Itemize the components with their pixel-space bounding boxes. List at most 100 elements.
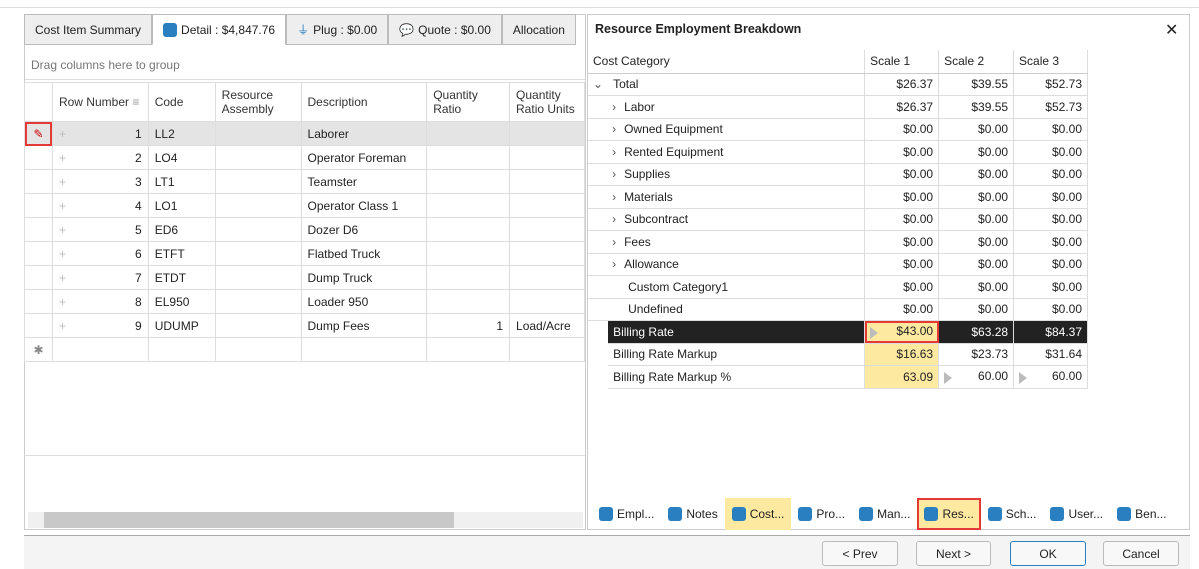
scale-value[interactable]: 63.09 <box>864 365 940 389</box>
quantity-ratio-cell[interactable] <box>426 265 511 290</box>
quantity-ratio-cell[interactable] <box>426 121 511 146</box>
scale-value[interactable]: 60.00 <box>938 365 1015 389</box>
ok-button[interactable]: OK <box>1010 541 1086 566</box>
expand-icon[interactable] <box>588 253 609 276</box>
code-cell[interactable]: UDUMP <box>147 313 216 338</box>
quantity-ratio-cell[interactable]: 1 <box>426 313 511 338</box>
billing-row[interactable]: Billing Rate Markup $16.63 $23.73 $31.64 <box>588 343 1088 366</box>
col-quantity-ratio[interactable]: Quantity Ratio <box>426 82 511 122</box>
expand-icon[interactable] <box>588 185 609 209</box>
description-cell[interactable]: Teamster <box>300 169 428 194</box>
assembly-cell[interactable] <box>214 265 302 290</box>
expand-icon[interactable]: + <box>59 319 66 333</box>
table-row[interactable]: +5 ED6 Dozer D6 <box>24 217 585 242</box>
scale-value[interactable]: $23.73 <box>938 343 1015 366</box>
col-resource-assembly[interactable]: Resource Assembly <box>214 82 302 122</box>
category-row[interactable]: › Owned Equipment $0.00 $0.00 $0.00 <box>588 118 1088 141</box>
expand-icon[interactable] <box>588 208 609 231</box>
code-cell[interactable]: ED6 <box>147 217 216 242</box>
expand-icon[interactable] <box>588 163 609 186</box>
cell[interactable] <box>51 337 149 362</box>
quantity-units-cell[interactable] <box>509 265 585 290</box>
category-row[interactable]: › Subcontract $0.00 $0.00 $0.00 <box>588 208 1088 231</box>
table-row[interactable]: +4 LO1 Operator Class 1 <box>24 193 585 218</box>
expand-icon[interactable]: + <box>59 175 66 189</box>
scale-value[interactable]: $31.64 <box>1013 343 1088 366</box>
cell[interactable] <box>426 337 511 362</box>
scale-value[interactable]: $16.63 <box>864 343 940 366</box>
assembly-cell[interactable] <box>214 193 302 218</box>
tab-allocation[interactable]: Allocation <box>501 14 576 45</box>
expand-icon[interactable]: + <box>59 223 66 237</box>
row-number-cell[interactable]: +5 <box>51 217 149 242</box>
expand-icon[interactable]: › <box>612 100 616 114</box>
cancel-button[interactable]: Cancel <box>1103 541 1179 566</box>
expand-icon[interactable]: › <box>612 212 616 226</box>
cell[interactable] <box>147 337 216 362</box>
description-cell[interactable]: Dump Fees <box>300 313 428 338</box>
group-by-area[interactable]: Drag columns here to group <box>25 52 585 80</box>
expand-icon[interactable] <box>588 230 609 254</box>
expand-icon[interactable]: › <box>612 167 616 181</box>
bottom-tab-user[interactable]: User... <box>1043 498 1110 530</box>
category-row[interactable]: › Rented Equipment $0.00 $0.00 $0.00 <box>588 140 1088 164</box>
expand-icon[interactable]: + <box>59 271 66 285</box>
category-row[interactable]: › Allowance $0.00 $0.00 $0.00 <box>588 253 1088 276</box>
expand-icon[interactable]: › <box>612 122 616 136</box>
quantity-ratio-cell[interactable] <box>426 169 511 194</box>
table-row[interactable]: +6 ETFT Flatbed Truck <box>24 241 585 266</box>
col-scale-3[interactable]: Scale 3 <box>1013 50 1088 74</box>
billing-row[interactable]: Billing Rate Markup % 63.09 60.00 60.00 <box>588 365 1088 389</box>
row-number-cell[interactable]: +9 <box>51 313 149 338</box>
bottom-tab-cost[interactable]: Cost... <box>724 498 792 530</box>
quantity-units-cell[interactable] <box>509 145 585 170</box>
scale-value[interactable]: 60.00 <box>1013 365 1088 389</box>
bottom-tab-manpower[interactable]: Man... <box>852 498 917 530</box>
description-cell[interactable]: Laborer <box>300 121 428 146</box>
assembly-cell[interactable] <box>214 145 302 170</box>
bottom-tab-benefits[interactable]: Ben... <box>1110 498 1173 530</box>
expand-icon[interactable]: + <box>59 151 66 165</box>
description-cell[interactable]: Operator Foreman <box>300 145 428 170</box>
bottom-tab-resource[interactable]: Res... <box>917 498 981 530</box>
scrollbar-thumb[interactable] <box>44 512 454 528</box>
code-cell[interactable]: ETDT <box>147 265 216 290</box>
assembly-cell[interactable] <box>214 169 302 194</box>
description-cell[interactable]: Flatbed Truck <box>300 241 428 266</box>
assembly-cell[interactable] <box>214 289 302 314</box>
close-icon[interactable]: ✕ <box>1165 20 1178 40</box>
expand-icon[interactable] <box>588 140 609 164</box>
quantity-units-cell[interactable] <box>509 121 585 146</box>
tab-detail[interactable]: Detail : $4,847.76 <box>152 14 287 45</box>
code-cell[interactable]: LO4 <box>147 145 216 170</box>
code-cell[interactable]: EL950 <box>147 289 216 314</box>
col-scale-1[interactable]: Scale 1 <box>864 50 940 74</box>
row-number-cell[interactable]: +7 <box>51 265 149 290</box>
quantity-units-cell[interactable] <box>509 241 585 266</box>
quantity-ratio-cell[interactable] <box>426 289 511 314</box>
expand-icon[interactable]: + <box>59 247 66 261</box>
row-number-cell[interactable]: +2 <box>51 145 149 170</box>
assembly-cell[interactable] <box>214 313 302 338</box>
col-description[interactable]: Description <box>300 82 428 122</box>
expand-icon[interactable]: + <box>59 295 66 309</box>
billing-row[interactable]: Billing Rate $43.00 $63.28 $84.37 <box>588 320 1088 344</box>
category-row[interactable]: › Materials $0.00 $0.00 $0.00 <box>588 185 1088 209</box>
expand-icon[interactable]: › <box>612 190 616 204</box>
row-number-cell[interactable]: +4 <box>51 193 149 218</box>
row-number-cell[interactable]: +1 <box>51 121 149 146</box>
assembly-cell[interactable] <box>214 121 302 146</box>
quantity-units-cell[interactable] <box>509 217 585 242</box>
category-row[interactable]: › Supplies $0.00 $0.00 $0.00 <box>588 163 1088 186</box>
expand-icon[interactable]: + <box>59 127 66 141</box>
table-row[interactable]: +9 UDUMP Dump Fees 1 Load/Acre <box>24 313 585 338</box>
table-row[interactable]: +8 EL950 Loader 950 <box>24 289 585 314</box>
category-row[interactable]: › Labor $26.37 $39.55 $52.73 <box>588 95 1088 119</box>
new-row[interactable]: ✱ <box>24 337 585 362</box>
description-cell[interactable]: Operator Class 1 <box>300 193 428 218</box>
category-row[interactable]: Undefined $0.00 $0.00 $0.00 <box>588 298 1088 321</box>
scale-value[interactable]: $43.00 <box>864 320 940 344</box>
description-cell[interactable]: Loader 950 <box>300 289 428 314</box>
col-row-number[interactable]: Row Number ≡ <box>51 82 149 122</box>
quantity-ratio-cell[interactable] <box>426 241 511 266</box>
